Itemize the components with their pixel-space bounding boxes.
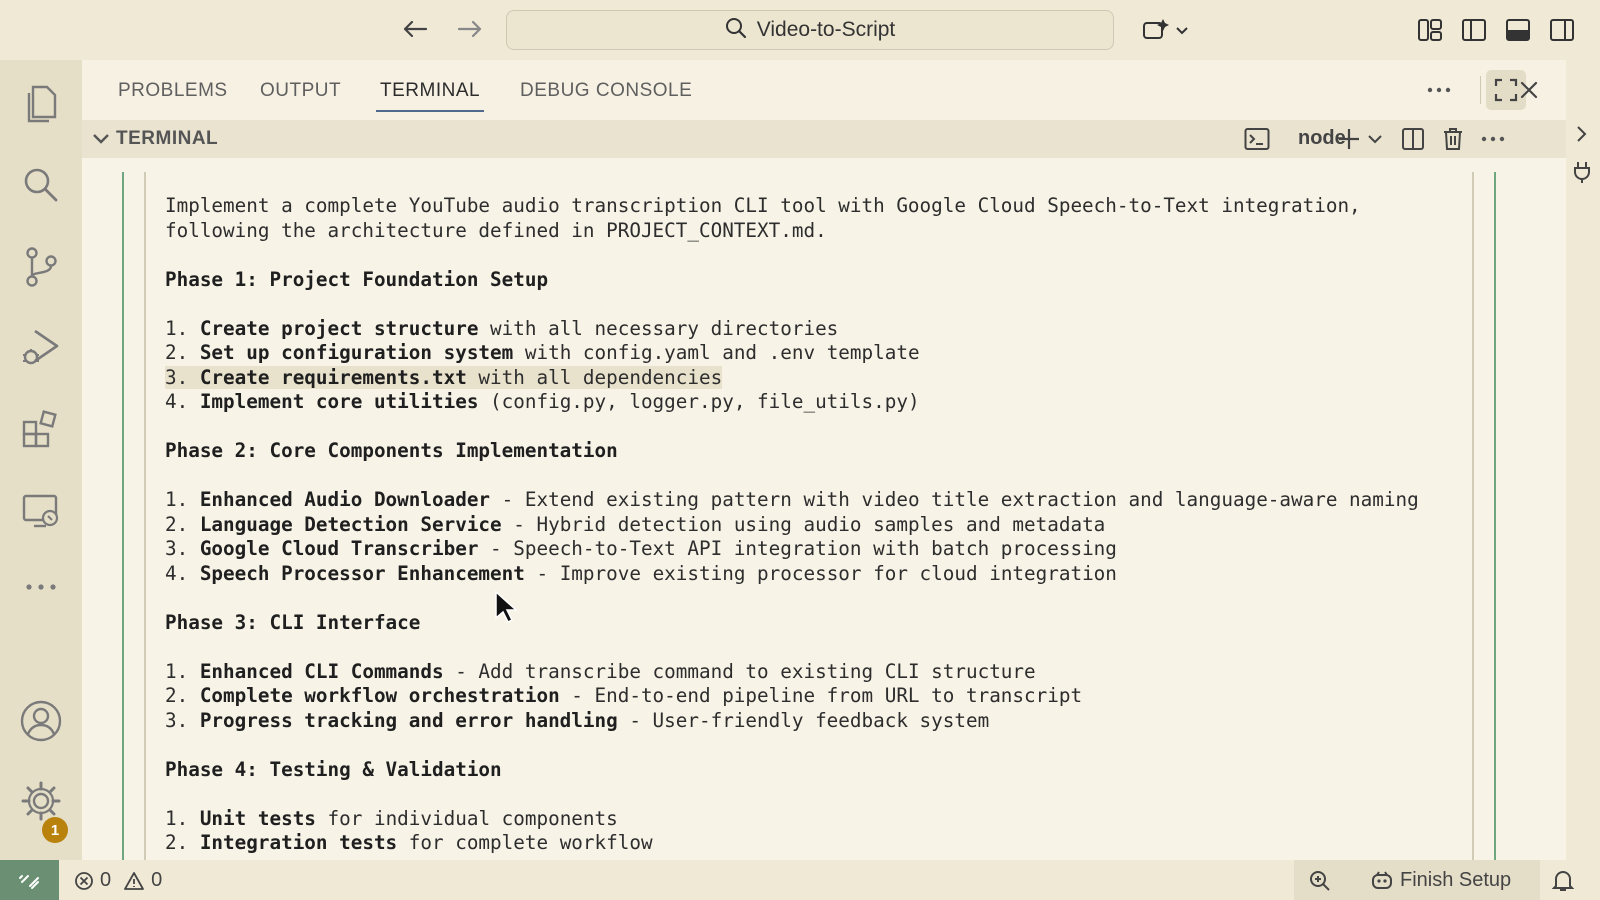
search-text: Video-to-Script <box>756 18 896 41</box>
terminal-line: 3. Google Cloud Transcriber - Speech-to-… <box>165 537 1117 560</box>
run-debug-icon[interactable] <box>16 322 66 372</box>
tab-problems[interactable]: PROBLEMS <box>118 80 228 102</box>
terminal-line: 1. Enhanced CLI Commands - Add transcrib… <box>165 659 1036 683</box>
panel-more-actions-icon[interactable] <box>1424 75 1454 105</box>
terminal-line: Phase 2: Core Components Implementation <box>165 439 618 462</box>
kill-terminal-trash-icon[interactable] <box>1438 124 1468 154</box>
terminal-line: Phase 3: CLI Interface <box>165 610 421 634</box>
close-panel-icon[interactable] <box>1514 75 1544 105</box>
source-control-icon[interactable] <box>16 242 66 292</box>
terminal-line: 1. Create project structure with all nec… <box>165 316 839 340</box>
command-center-search[interactable]: Video-to-Script <box>506 10 1114 50</box>
copilot-icon[interactable] <box>1138 14 1194 46</box>
terminal-line: Phase 1: Project Foundation Setup <box>165 267 549 291</box>
settings-badge: 1 <box>42 817 68 843</box>
notifications-bell-icon[interactable] <box>1552 869 1574 893</box>
finish-setup-label: Finish Setup <box>1400 869 1512 891</box>
terminal-section-title: TERMINAL <box>116 128 219 149</box>
terminal-line: 2. Set up configuration system with conf… <box>165 341 920 364</box>
finish-setup-button[interactable]: Finish Setup <box>1370 869 1511 892</box>
error-count: 0 <box>100 869 112 891</box>
terminal-text: Implement a complete YouTube audio trans… <box>165 194 1419 856</box>
terminal-header: TERMINAL node <box>82 120 1566 158</box>
activity-bar <box>0 60 82 860</box>
terminal-line: 4. Implement core utilities (config.py, … <box>165 390 920 413</box>
terminal-line: Implement a complete YouTube audio trans… <box>165 194 1361 217</box>
terminal-more-actions-icon[interactable] <box>1478 124 1508 154</box>
toggle-panel-icon[interactable] <box>1502 14 1534 46</box>
toggle-primary-sidebar-icon[interactable] <box>1458 14 1490 46</box>
terminal-line: 2. Language Detection Service - Hybrid d… <box>165 512 1106 536</box>
remote-icon <box>18 875 39 889</box>
remote-explorer-icon[interactable] <box>16 486 66 536</box>
terminal-line: following the architecture defined in PR… <box>165 218 827 242</box>
terminal-line: 3. Create requirements.txt with all depe… <box>165 365 723 389</box>
more-icon[interactable] <box>16 562 66 612</box>
chevron-down-icon[interactable] <box>86 124 116 154</box>
terminal-line: 1. Enhanced Audio Downloader - Extend ex… <box>165 488 1419 511</box>
tab-terminal[interactable]: TERMINAL <box>375 80 485 112</box>
copilot-icon <box>1372 870 1392 889</box>
decoration-line <box>144 172 146 860</box>
terminal-line: 1. Unit tests for individual components <box>165 806 618 830</box>
decoration-line <box>122 172 124 860</box>
forward-arrow-icon[interactable] <box>455 14 485 44</box>
search-icon[interactable] <box>16 160 66 210</box>
search-icon <box>725 17 747 44</box>
bottom-panel: PROBLEMS OUTPUT TERMINAL DEBUG CONSOLE T… <box>82 60 1566 860</box>
decoration-line <box>1472 172 1474 860</box>
divider <box>1480 76 1481 104</box>
warning-icon <box>124 871 145 890</box>
terminal-line: 4. Speech Processor Enhancement - Improv… <box>165 561 1117 585</box>
warning-count: 0 <box>151 869 163 891</box>
status-bar: 0 0 Finish Setup <box>0 860 1600 900</box>
extensions-icon[interactable] <box>16 404 66 454</box>
split-terminal-icon[interactable] <box>1398 124 1428 154</box>
tab-debug-console[interactable]: DEBUG CONSOLE <box>520 80 692 102</box>
plug-icon[interactable] <box>1572 160 1592 189</box>
decoration-line <box>1494 172 1496 860</box>
customize-layout-icon[interactable] <box>1414 14 1446 46</box>
accounts-icon[interactable] <box>16 696 66 746</box>
remote-indicator[interactable] <box>0 860 59 900</box>
terminal-line: Phase 4: Testing & Validation <box>165 757 502 781</box>
terminal-output[interactable]: Implement a complete YouTube audio trans… <box>82 158 1566 860</box>
tab-output[interactable]: OUTPUT <box>260 80 341 102</box>
explorer-icon[interactable] <box>16 78 66 128</box>
secondary-edge <box>1566 60 1600 860</box>
mouse-cursor-icon <box>494 590 518 629</box>
back-arrow-icon[interactable] <box>400 14 430 44</box>
panel-tabs: PROBLEMS OUTPUT TERMINAL DEBUG CONSOLE <box>82 60 1566 120</box>
terminal-line: 2. Integration tests for complete workfl… <box>165 831 653 854</box>
zoom-icon[interactable] <box>1308 869 1332 893</box>
launch-profile-chevron-icon[interactable] <box>1360 124 1390 154</box>
error-icon <box>75 871 93 890</box>
title-bar: Video-to-Script <box>0 0 1600 60</box>
toggle-secondary-sidebar-icon[interactable] <box>1546 14 1578 46</box>
terminal-line: 3. Progress tracking and error handling … <box>165 708 990 732</box>
problems-status[interactable]: 0 0 <box>74 869 162 892</box>
terminal-line: 2. Complete workflow orchestration - End… <box>165 684 1083 707</box>
terminal-shell-icon[interactable] <box>1242 124 1272 154</box>
chevron-right-icon[interactable] <box>1572 124 1592 149</box>
